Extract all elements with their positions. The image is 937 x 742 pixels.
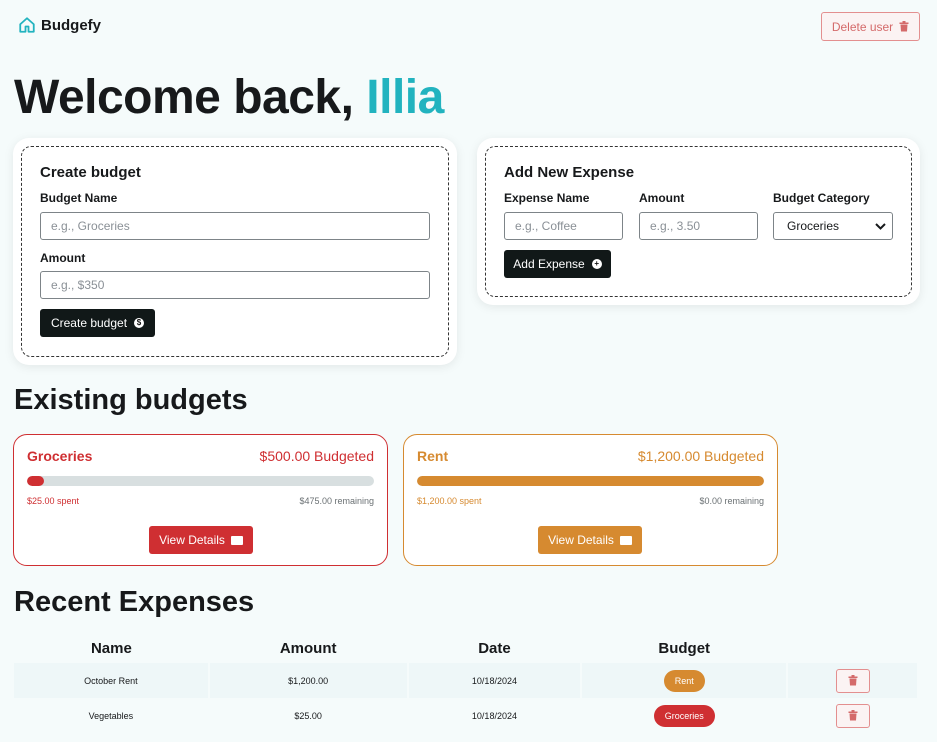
delete-expense-button[interactable] xyxy=(835,703,870,728)
details-card-icon xyxy=(619,535,632,545)
add-expense-card: Add New Expense Expense Name e.g., Coffe… xyxy=(477,138,920,305)
view-details-button[interactable]: View Details xyxy=(149,526,253,554)
expense-budget-cell: Groceries xyxy=(581,698,789,733)
chevron-down-icon xyxy=(875,222,886,230)
create-budget-title: Create budget xyxy=(40,164,141,181)
budget-category-value: Groceries xyxy=(787,219,840,233)
create-budget-card: Create budget Budget Name e.g., Grocerie… xyxy=(13,138,457,365)
expense-date: 10/18/2024 xyxy=(407,698,583,733)
expense-name: Vegetables xyxy=(14,698,210,733)
expense-budget-cell: Rent xyxy=(581,663,789,698)
column-header-name: Name xyxy=(90,639,132,657)
budget-amount-label: Amount xyxy=(40,251,86,265)
expense-name-label: Expense Name xyxy=(504,191,590,205)
column-header-amount: Amount xyxy=(279,639,337,657)
top-bar: Budgefy Delete user xyxy=(0,0,937,54)
existing-budgets-title: Existing budgets xyxy=(14,384,248,416)
budget-remaining: $0.00 remaining xyxy=(699,496,764,506)
expense-date: 10/18/2024 xyxy=(407,663,583,698)
delete-user-label: Delete user xyxy=(831,19,894,34)
expense-amount-label: Amount xyxy=(639,191,685,205)
home-icon xyxy=(19,17,35,33)
brand-link[interactable]: Budgefy xyxy=(18,16,101,34)
budget-spent: $1,200.00 spent xyxy=(417,496,482,506)
column-header-date: Date xyxy=(478,639,511,657)
column-header-actions xyxy=(787,633,918,663)
dollar-icon: $ xyxy=(134,318,145,328)
trash-icon xyxy=(848,710,858,721)
page-title: Welcome back, Illia xyxy=(14,70,444,125)
view-details-button[interactable]: View Details xyxy=(538,526,642,554)
table-header-row: Name Amount Date Budget xyxy=(14,633,918,663)
budget-amount-input[interactable]: e.g., $350 xyxy=(40,271,430,299)
budget-progress-fill xyxy=(417,476,764,486)
budget-spent: $25.00 spent xyxy=(27,496,80,506)
budget-card-groceries: Groceries $500.00 Budgeted $25.00 spent … xyxy=(13,434,388,566)
budget-amount: $500.00 Budgeted xyxy=(259,448,374,464)
create-budget-button[interactable]: Create budget $ xyxy=(40,309,155,337)
expense-actions-cell xyxy=(787,663,919,698)
budget-remaining: $475.00 remaining xyxy=(299,496,374,506)
budget-name: Groceries xyxy=(27,448,93,464)
trash-icon xyxy=(848,675,858,686)
budget-progress-bar xyxy=(417,476,764,486)
add-expense-button-label: Add Expense xyxy=(513,257,585,271)
add-expense-button[interactable]: Add Expense + xyxy=(504,250,611,278)
welcome-prefix: Welcome back, xyxy=(14,71,354,124)
view-details-label: View Details xyxy=(159,533,225,547)
user-name: Illia xyxy=(366,71,444,124)
delete-expense-button[interactable] xyxy=(835,668,870,693)
recent-expenses-title: Recent Expenses xyxy=(14,586,255,618)
budget-amount: $1,200.00 Budgeted xyxy=(637,448,764,464)
budget-name-label: Budget Name xyxy=(40,191,118,205)
add-expense-title: Add New Expense xyxy=(504,164,635,181)
budget-progress-fill xyxy=(27,476,45,486)
expense-name-input[interactable]: e.g., Coffee xyxy=(504,212,623,240)
expense-amount: $1,200.00 xyxy=(208,663,409,698)
budget-category-select[interactable]: Groceries xyxy=(773,212,893,240)
plus-circle-icon: + xyxy=(591,259,602,269)
brand-name: Budgefy xyxy=(41,16,101,34)
table-row: Vegetables $25.00 10/18/2024 Groceries xyxy=(14,698,919,733)
budget-card-rent: Rent $1,200.00 Budgeted $1,200.00 spent … xyxy=(403,434,778,566)
budget-progress-bar xyxy=(27,476,374,486)
expense-amount-input[interactable]: e.g., 3.50 xyxy=(639,212,758,240)
budget-badge[interactable]: Groceries xyxy=(653,704,715,727)
create-budget-button-label: Create budget xyxy=(50,316,128,330)
budget-name-input[interactable]: e.g., Groceries xyxy=(40,212,430,240)
expense-name: October Rent xyxy=(14,663,210,698)
budget-name: Rent xyxy=(417,448,449,464)
budget-category-label: Budget Category xyxy=(773,191,870,205)
table-row: October Rent $1,200.00 10/18/2024 Rent xyxy=(14,663,919,698)
expenses-table: Name Amount Date Budget October Rent $1,… xyxy=(14,633,919,733)
details-card-icon xyxy=(230,535,243,545)
column-header-budget: Budget xyxy=(658,639,711,657)
trash-icon xyxy=(899,21,909,32)
delete-user-button[interactable]: Delete user xyxy=(821,12,920,41)
expense-amount: $25.00 xyxy=(208,698,409,733)
expense-actions-cell xyxy=(787,698,919,733)
budget-badge[interactable]: Rent xyxy=(663,669,705,692)
view-details-label: View Details xyxy=(548,533,614,547)
